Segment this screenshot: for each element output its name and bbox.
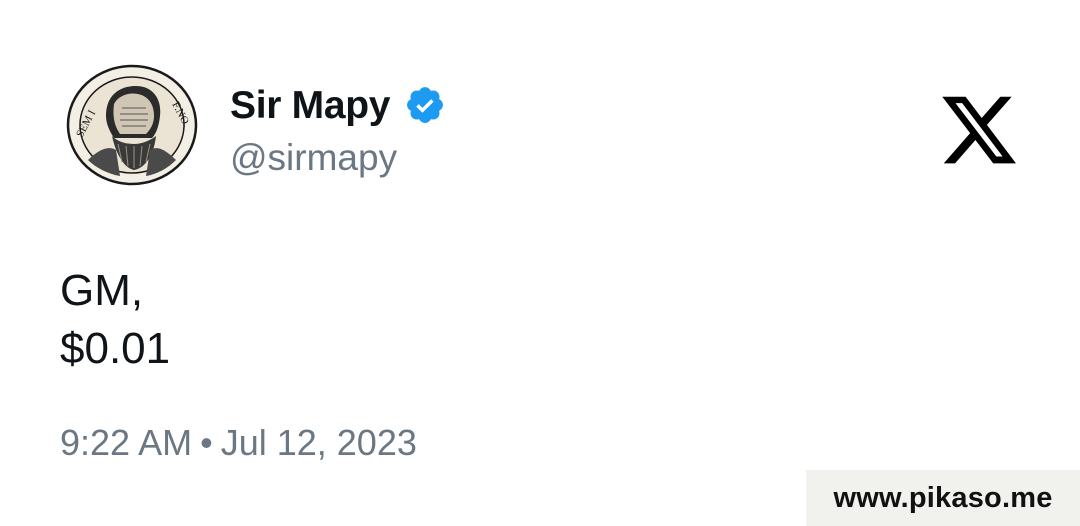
x-logo-icon[interactable] — [938, 88, 1020, 172]
tweet-timestamp[interactable]: 9:22 AM • Jul 12, 2023 — [60, 422, 417, 464]
tweet-line: GM, — [60, 266, 144, 315]
tweet-date: Jul 12, 2023 — [220, 422, 417, 463]
watermark-text: www.pikaso.me — [833, 481, 1053, 514]
author-name-row: Sir Mapy — [230, 80, 446, 130]
tweet-text: GM, $0.01 — [60, 262, 170, 378]
display-name[interactable]: Sir Mapy — [230, 86, 390, 125]
verified-badge-icon — [404, 84, 446, 126]
avatar[interactable]: SEM I F.NO. — [66, 64, 198, 186]
tweet-time: 9:22 AM — [60, 422, 193, 463]
author-handle[interactable]: @sirmapy — [230, 137, 397, 179]
watermark-badge: www.pikaso.me — [806, 470, 1080, 526]
separator-dot: • — [200, 422, 213, 463]
tweet-line: $0.01 — [60, 324, 171, 373]
engraved-portrait-medallion-icon: SEM I F.NO. — [66, 64, 198, 186]
